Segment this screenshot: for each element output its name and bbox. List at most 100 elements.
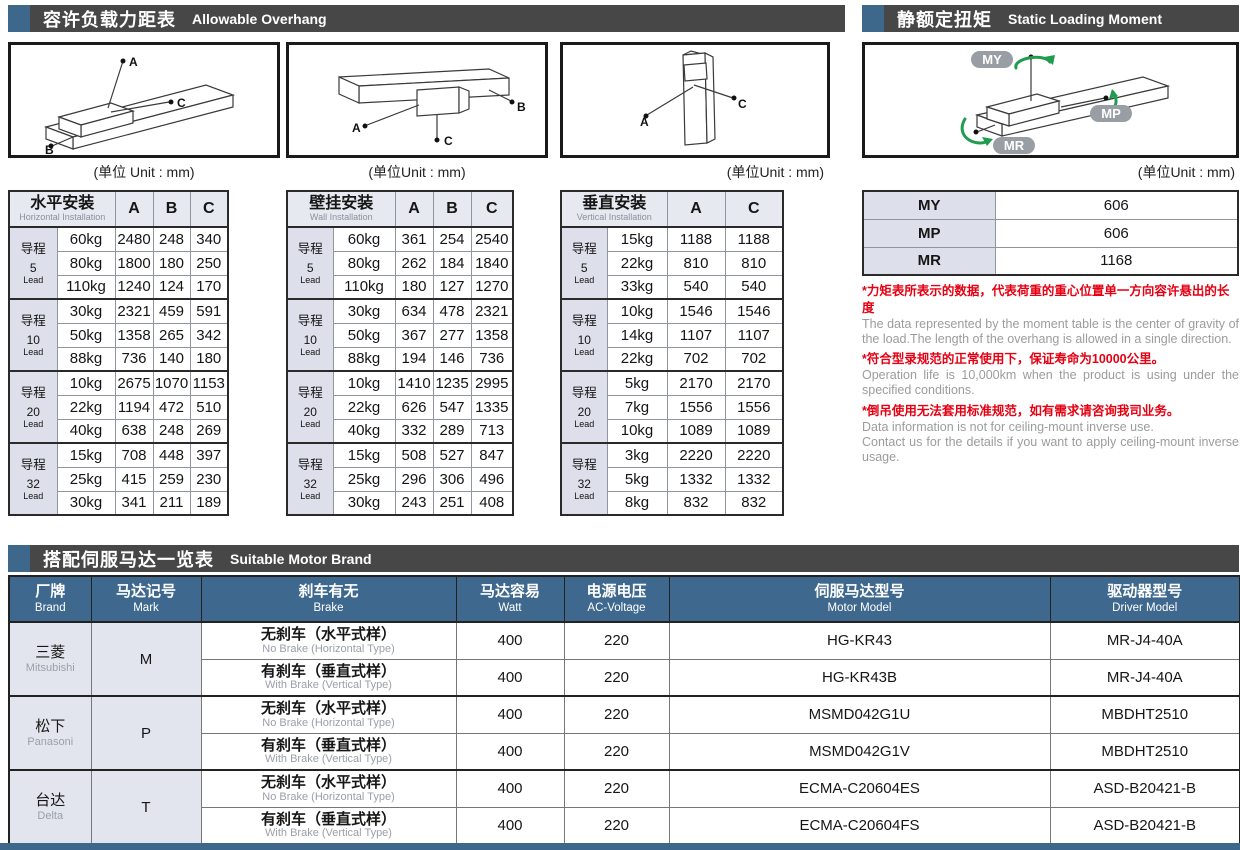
load-cell: 40kg	[56, 418, 116, 444]
value-cell: 2220	[724, 442, 784, 468]
lead-label-zh: 导程	[20, 242, 46, 257]
load-cell: 15kg	[56, 442, 116, 468]
column-header-c: C	[470, 190, 514, 228]
moment-section-header: 静额定扭矩 Static Loading Moment	[862, 5, 1239, 32]
installation-name-zh: 壁挂安装	[309, 195, 374, 213]
value-cell: 146	[432, 346, 472, 372]
lead-cell: 导程 10 Lead	[560, 298, 608, 372]
lead-cell: 导程 20 Lead	[8, 370, 58, 444]
brake-cell: 有刹车（垂直式样） With Brake (Vertical Type)	[200, 732, 457, 771]
brake-cell: 无刹车（水平式样） No Brake (Horizontal Type)	[200, 769, 457, 808]
load-cell: 7kg	[606, 394, 668, 420]
mark-cell: T	[90, 769, 202, 845]
load-cell: 50kg	[332, 322, 396, 348]
load-cell: 80kg	[56, 250, 116, 276]
value-cell: 277	[432, 322, 472, 348]
section-title-zh: 搭配伺服马达一览表	[43, 549, 214, 570]
value-cell: 2675	[114, 370, 154, 396]
value-cell: 708	[114, 442, 154, 468]
value-cell: 361	[394, 226, 434, 252]
load-cell: 30kg	[332, 490, 396, 516]
value-cell: 180	[189, 346, 229, 372]
motor-column-header: 驱动器型号 Driver Model	[1049, 575, 1240, 623]
value-cell: 248	[152, 418, 191, 444]
load-cell: 5kg	[606, 466, 668, 492]
value-cell: 1107	[666, 322, 726, 348]
value-cell: 1270	[470, 274, 514, 300]
motor-model-cell: ECMA-C20604ES	[668, 769, 1051, 808]
column-header-a: A	[394, 190, 434, 228]
driver-model-cell: MR-J4-40A	[1049, 658, 1240, 697]
lead-label-en: Lead	[574, 418, 595, 429]
brake-zh: 无刹车（水平式样）	[260, 626, 396, 644]
value-cell: 254	[432, 226, 472, 252]
value-cell: 262	[394, 250, 434, 276]
voltage-cell: 220	[563, 769, 670, 808]
brake-cell: 有刹车（垂直式样） With Brake (Vertical Type)	[200, 806, 457, 845]
value-cell: 1840	[470, 250, 514, 276]
lead-value: 10	[26, 333, 40, 348]
brand-cell: 三菱 Mitsubishi	[8, 621, 92, 697]
overhang-section-header: 容许负载力距表 Allowable Overhang	[8, 5, 845, 32]
lead-label-en: Lead	[23, 346, 44, 357]
overhang-table-horizontal: 水平安装 Horizontal Installation A B C 导程 5 Lead 60k…	[8, 190, 230, 516]
load-cell: 10kg	[606, 298, 668, 324]
load-cell: 110kg	[56, 274, 116, 300]
brand-cell: 松下 Panasoni	[8, 695, 92, 771]
table-row: 导程 10 Lead 30kg 634 478 2321	[286, 298, 514, 372]
voltage-cell: 220	[563, 732, 670, 771]
load-cell: 5kg	[606, 370, 668, 396]
value-cell: 638	[114, 418, 154, 444]
load-cell: 30kg	[332, 298, 396, 324]
watt-cell: 400	[455, 658, 565, 697]
motor-table-row: 台达 Delta T 无刹车（水平式样） No Brake (Horizontal Ty…	[8, 769, 1240, 845]
motor-header-en: Driver Model	[1112, 602, 1178, 615]
brand-name-zh: 台达	[35, 791, 66, 809]
lead-label-zh: 导程	[571, 458, 597, 473]
lead-label-en: Lead	[300, 418, 321, 429]
brake-cell: 无刹车（水平式样） No Brake (Horizontal Type)	[200, 621, 457, 660]
lead-label-zh: 导程	[20, 386, 46, 401]
table-row: MR 1168	[862, 246, 1239, 276]
lead-cell: 导程 20 Lead	[286, 370, 334, 444]
driver-model-cell: MBDHT2510	[1049, 695, 1240, 734]
value-cell: 180	[152, 250, 191, 276]
value-cell: 1240	[114, 274, 154, 300]
load-cell: 3kg	[606, 442, 668, 468]
section-title-zh: 容许负载力距表	[43, 9, 176, 30]
lead-label-zh: 导程	[571, 314, 597, 329]
vertical-overhang-diagram: A C	[560, 42, 830, 158]
load-cell: 30kg	[56, 298, 116, 324]
lead-cell: 导程 32 Lead	[286, 442, 334, 516]
value-cell: 702	[666, 346, 726, 372]
brake-zh: 有刹车（垂直式样）	[260, 736, 396, 754]
lead-value: 20	[303, 405, 317, 420]
motor-header-en: Motor Model	[827, 602, 892, 615]
driver-model-cell: MR-J4-40A	[1049, 621, 1240, 660]
motor-header-zh: 马达容易	[479, 583, 540, 601]
lead-value: 32	[303, 477, 317, 492]
value-cell: 547	[432, 394, 472, 420]
driver-model-cell: MBDHT2510	[1049, 732, 1240, 771]
value-cell: 170	[189, 274, 229, 300]
lead-cell: 导程 20 Lead	[560, 370, 608, 444]
accent-square	[8, 5, 30, 32]
value-cell: 1070	[152, 370, 191, 396]
note-text-en: Contact us for the details if you want t…	[862, 434, 1239, 464]
load-cell: 40kg	[332, 418, 396, 444]
value-cell: 478	[432, 298, 472, 324]
moment-axis-label: A	[352, 121, 361, 135]
moment-axis-label: A	[129, 55, 138, 69]
installation-name-zh: 垂直安装	[582, 195, 647, 213]
moment-axis-label: B	[45, 143, 54, 155]
brand-name-en: Panasoni	[27, 735, 74, 748]
moment-label-cell: MR	[862, 246, 996, 276]
brand-name-zh: 三菱	[35, 643, 66, 661]
column-header-a: A	[114, 190, 154, 228]
motor-column-header: 伺服马达型号 Motor Model	[668, 575, 1051, 623]
lead-cell: 导程 32 Lead	[560, 442, 608, 516]
load-cell: 15kg	[332, 442, 396, 468]
motor-column-header: 马达容易 Watt	[455, 575, 565, 623]
value-cell: 2170	[724, 370, 784, 396]
value-cell: 736	[470, 346, 514, 372]
